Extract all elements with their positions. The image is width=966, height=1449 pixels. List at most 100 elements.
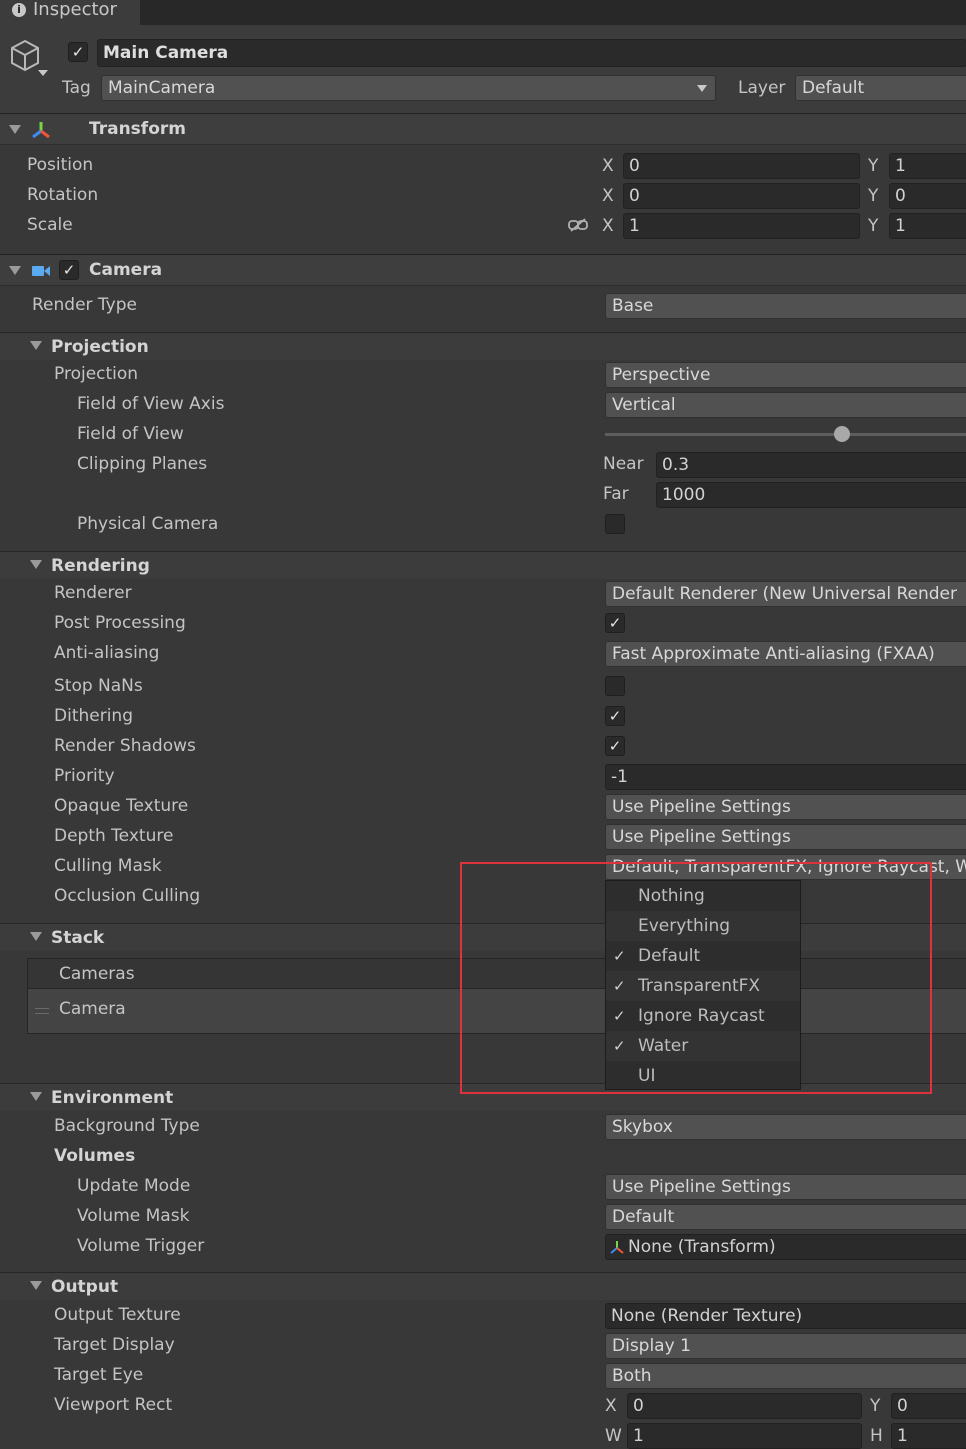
foldout-arrow-icon (30, 560, 42, 569)
foldout-arrow-icon (30, 1092, 42, 1101)
post-processing-label: Post Processing (54, 613, 186, 633)
stop-nans-checkbox[interactable] (605, 676, 625, 696)
viewport-x-field[interactable]: 0 (627, 1393, 862, 1419)
stack-list-header-label: Cameras (59, 964, 135, 984)
update-mode-dropdown[interactable]: Use Pipeline Settings (605, 1174, 966, 1200)
depth-texture-label: Depth Texture (54, 826, 174, 846)
depth-texture-dropdown[interactable]: Use Pipeline Settings (605, 824, 966, 850)
anti-aliasing-dropdown[interactable]: Fast Approximate Anti-aliasing (FXAA) (605, 641, 966, 667)
stack-list-item-label: Camera (59, 999, 126, 1019)
scale-x-label[interactable]: X (602, 213, 614, 239)
near-field[interactable]: 0.3 (656, 452, 966, 478)
opaque-texture-dropdown[interactable]: Use Pipeline Settings (605, 794, 966, 820)
viewport-h-label[interactable]: H (870, 1423, 883, 1449)
render-type-label: Render Type (32, 295, 137, 315)
projection-label: Projection (54, 364, 139, 384)
tab-bar (0, 0, 966, 25)
renderer-label: Renderer (54, 583, 132, 603)
transform-axes-icon (610, 1241, 624, 1254)
dithering-checkbox[interactable]: ✓ (605, 706, 625, 726)
rotation-y-field[interactable]: 0 (889, 183, 966, 209)
target-display-dropdown[interactable]: Display 1 (605, 1333, 966, 1359)
foldout-arrow-icon (30, 932, 42, 941)
info-icon: i (12, 3, 26, 17)
physical-camera-checkbox[interactable] (605, 514, 625, 534)
chevron-down-icon[interactable] (38, 70, 48, 76)
transform-header[interactable]: Transform (0, 113, 966, 145)
volume-mask-label: Volume Mask (77, 1206, 190, 1226)
near-label[interactable]: Near (603, 449, 644, 479)
target-eye-dropdown[interactable]: Both (605, 1363, 966, 1389)
priority-field[interactable]: -1 (605, 764, 966, 790)
fov-axis-label: Field of View Axis (77, 394, 225, 414)
rotation-x-label[interactable]: X (602, 183, 614, 209)
rotation-label: Rotation (27, 185, 99, 205)
post-processing-checkbox[interactable]: ✓ (605, 613, 625, 633)
foldout-arrow-icon (30, 1281, 42, 1290)
foldout-arrow-icon (9, 125, 21, 134)
position-y-field[interactable]: 1 (889, 153, 966, 179)
tag-dropdown[interactable]: MainCamera (101, 75, 716, 101)
volumes-label: Volumes (54, 1146, 136, 1166)
viewport-w-field[interactable]: 1 (627, 1423, 862, 1449)
position-y-label[interactable]: Y (868, 153, 878, 179)
dithering-label: Dithering (54, 706, 133, 726)
transform-axes-icon (32, 122, 50, 139)
tab-inspector[interactable]: i Inspector (0, 0, 140, 25)
unlink-icon[interactable] (568, 217, 588, 233)
position-x-field[interactable]: 0 (623, 153, 860, 179)
tag-label: Tag (62, 78, 91, 98)
render-shadows-checkbox[interactable]: ✓ (605, 736, 625, 756)
viewport-y-field[interactable]: 0 (891, 1393, 966, 1419)
camera-icon (32, 266, 50, 276)
clipping-planes-label: Clipping Planes (77, 454, 208, 474)
rendering-section-header[interactable]: Rendering (0, 551, 966, 579)
priority-label: Priority (54, 766, 115, 786)
volume-trigger-label: Volume Trigger (77, 1236, 205, 1256)
render-shadows-label: Render Shadows (54, 736, 196, 756)
drag-handle-icon[interactable] (35, 1008, 49, 1014)
far-label[interactable]: Far (603, 479, 629, 509)
position-label: Position (27, 155, 94, 175)
update-mode-label: Update Mode (77, 1176, 191, 1196)
fov-axis-dropdown[interactable]: Vertical (605, 392, 966, 418)
projection-section-title: Projection (51, 337, 149, 357)
layer-dropdown[interactable]: Default (795, 75, 966, 101)
foldout-arrow-icon (30, 341, 42, 350)
stack-section-title: Stack (51, 928, 105, 948)
tag-value: MainCamera (108, 78, 216, 98)
camera-header[interactable]: ✓ Camera (0, 254, 966, 286)
rotation-x-field[interactable]: 0 (623, 183, 860, 209)
far-field[interactable]: 1000 (656, 482, 966, 508)
fov-slider-thumb[interactable] (834, 426, 850, 442)
fov-slider-track[interactable] (605, 433, 966, 436)
rotation-y-label[interactable]: Y (868, 183, 878, 209)
object-name-field[interactable]: Main Camera (97, 39, 966, 67)
cube-icon (11, 39, 39, 72)
render-type-dropdown[interactable]: Base (605, 293, 966, 319)
volume-trigger-value: None (Transform) (628, 1237, 776, 1257)
viewport-x-label[interactable]: X (605, 1393, 617, 1419)
viewport-h-field[interactable]: 1 (891, 1423, 966, 1449)
output-texture-field[interactable]: None (Render Texture) (605, 1303, 966, 1329)
viewport-w-label[interactable]: W (605, 1423, 622, 1449)
projection-dropdown[interactable]: Perspective (605, 362, 966, 388)
scale-y-label[interactable]: Y (868, 213, 878, 239)
camera-title: Camera (89, 260, 163, 280)
scale-x-field[interactable]: 1 (623, 213, 860, 239)
output-section-header[interactable]: Output (0, 1272, 966, 1300)
object-active-checkbox[interactable]: ✓ (68, 42, 88, 62)
viewport-y-label[interactable]: Y (870, 1393, 880, 1419)
volume-mask-dropdown[interactable]: Default (605, 1204, 966, 1230)
position-x-label[interactable]: X (602, 153, 614, 179)
scale-y-field[interactable]: 1 (889, 213, 966, 239)
tab-title: Inspector (33, 0, 117, 20)
projection-section-header[interactable]: Projection (0, 332, 966, 360)
background-type-dropdown[interactable]: Skybox (605, 1114, 966, 1140)
renderer-dropdown[interactable]: Default Renderer (New Universal Render (605, 581, 966, 607)
environment-section-title: Environment (51, 1088, 174, 1108)
camera-enabled-checkbox[interactable]: ✓ (59, 260, 79, 280)
highlight-box (460, 862, 932, 1094)
volume-trigger-field[interactable]: None (Transform) (605, 1234, 966, 1260)
layer-label: Layer (738, 78, 786, 98)
